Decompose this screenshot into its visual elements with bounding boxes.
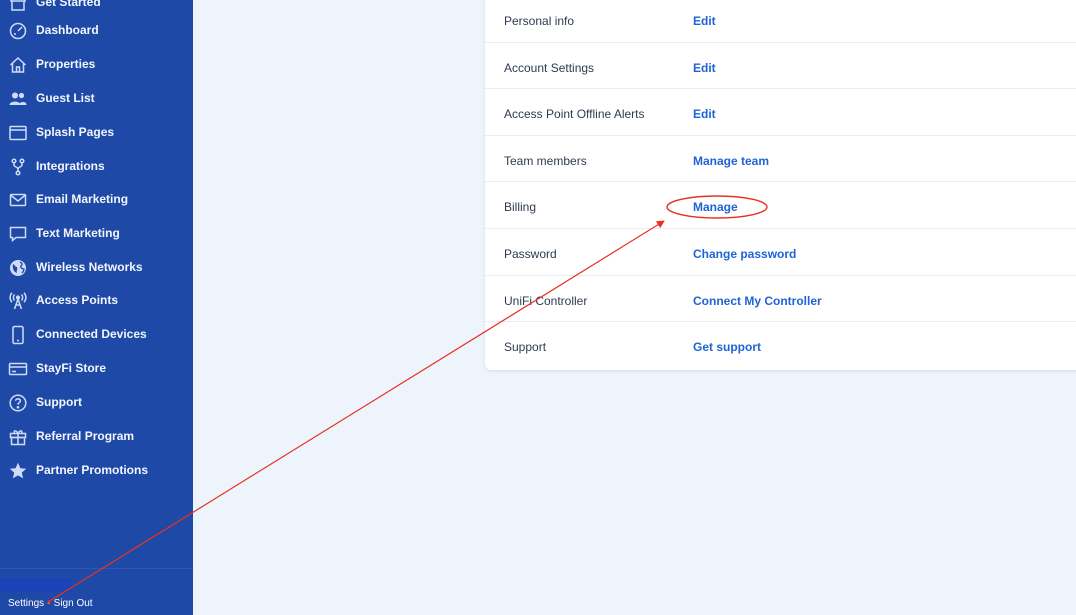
globe-icon [8, 258, 28, 278]
sidebar-item-label: Integrations [36, 159, 105, 173]
sidebar-item-text-marketing[interactable]: Text Marketing [0, 219, 193, 249]
settings-row-billing: Billing Manage [485, 182, 1076, 229]
sidebar-footer: Settings • Sign Out [8, 598, 93, 610]
row-label: Support [504, 340, 547, 355]
store-icon [8, 0, 28, 13]
gift-icon [8, 427, 28, 447]
row-label: Team members [504, 153, 587, 168]
personal-info-edit-link[interactable]: Edit [693, 14, 716, 28]
phone-icon [8, 325, 28, 345]
settings-row-offline-alerts: Access Point Offline Alerts Edit [485, 89, 1076, 136]
sidebar-item-support[interactable]: Support [0, 388, 193, 418]
settings-row-account-settings: Account Settings Edit [485, 43, 1076, 90]
sidebar-item-label: Wireless Networks [36, 260, 143, 274]
manage-team-link[interactable]: Manage team [693, 154, 769, 168]
gauge-icon [8, 21, 28, 41]
envelope-icon [8, 190, 28, 210]
sidebar: Get Started Dashboard Properties Guest L… [0, 0, 193, 615]
offline-alerts-edit-link[interactable]: Edit [693, 107, 716, 121]
sidebar-item-integrations[interactable]: Integrations [0, 152, 193, 182]
sidebar-item-label: Dashboard [36, 23, 99, 37]
row-label: Access Point Offline Alerts [504, 107, 645, 122]
star-icon [8, 461, 28, 481]
row-label: UniFi Controller [504, 293, 588, 308]
settings-row-personal-info: Personal info Edit [485, 0, 1076, 43]
sidebar-item-label: Partner Promotions [36, 463, 149, 477]
change-password-link[interactable]: Change password [693, 247, 796, 261]
branch-icon [8, 157, 28, 177]
row-label: Password [504, 247, 557, 261]
account-settings-edit-link[interactable]: Edit [693, 61, 716, 75]
credit-card-icon [8, 359, 28, 379]
settings-row-team-members: Team members Manage team [485, 136, 1076, 183]
sidebar-item-email-marketing[interactable]: Email Marketing [0, 185, 193, 215]
sidebar-item-label: Access Points [36, 293, 119, 307]
settings-card: Personal info Edit Account Settings Edit… [485, 0, 1076, 370]
sidebar-item-label: Text Marketing [36, 226, 120, 240]
home-icon [8, 55, 28, 75]
settings-row-unifi-controller: UniFi Controller Connect My Controller [485, 276, 1076, 323]
antenna-icon [8, 291, 28, 311]
footer-separator: • [47, 598, 51, 609]
sidebar-item-properties[interactable]: Properties [0, 50, 193, 80]
sidebar-item-stayfi-store[interactable]: StayFi Store [0, 354, 193, 384]
sign-out-link[interactable]: Sign Out [54, 598, 93, 609]
question-circle-icon [8, 393, 28, 413]
settings-link[interactable]: Settings [8, 598, 44, 609]
sidebar-item-guest-list[interactable]: Guest List [0, 84, 193, 114]
row-label: Account Settings [504, 60, 595, 75]
row-label: Personal info [504, 14, 575, 28]
sidebar-item-label: Properties [36, 57, 96, 71]
sidebar-item-label: Get Started [36, 0, 101, 9]
users-icon [8, 89, 28, 109]
sidebar-footer-highlight [0, 578, 72, 592]
sidebar-item-access-points[interactable]: Access Points [0, 286, 193, 316]
sidebar-item-label: StayFi Store [36, 361, 107, 375]
sidebar-divider [0, 568, 193, 569]
sidebar-item-referral-program[interactable]: Referral Program [0, 422, 193, 452]
browser-window-icon [8, 123, 28, 143]
get-support-link[interactable]: Get support [693, 340, 761, 354]
sidebar-item-connected-devices[interactable]: Connected Devices [0, 320, 193, 350]
sidebar-item-label: Connected Devices [36, 327, 147, 341]
sidebar-item-partner-promotions[interactable]: Partner Promotions [0, 456, 193, 486]
row-label: Billing [504, 200, 537, 215]
sidebar-item-label: Splash Pages [36, 125, 115, 139]
settings-row-password: Password Change password [485, 229, 1076, 276]
sidebar-item-label: Guest List [36, 91, 95, 105]
billing-manage-link[interactable]: Manage [693, 200, 738, 214]
sidebar-item-label: Referral Program [36, 429, 135, 443]
sidebar-item-label: Email Marketing [36, 192, 129, 206]
sidebar-item-wireless-networks[interactable]: Wireless Networks [0, 253, 193, 283]
sidebar-item-label: Support [36, 395, 82, 409]
sidebar-item-splash-pages[interactable]: Splash Pages [0, 118, 193, 148]
chat-bubble-icon [8, 224, 28, 244]
connect-controller-link[interactable]: Connect My Controller [693, 294, 822, 308]
sidebar-item-dashboard[interactable]: Dashboard [0, 16, 193, 46]
settings-row-support: Support Get support [485, 322, 1076, 369]
